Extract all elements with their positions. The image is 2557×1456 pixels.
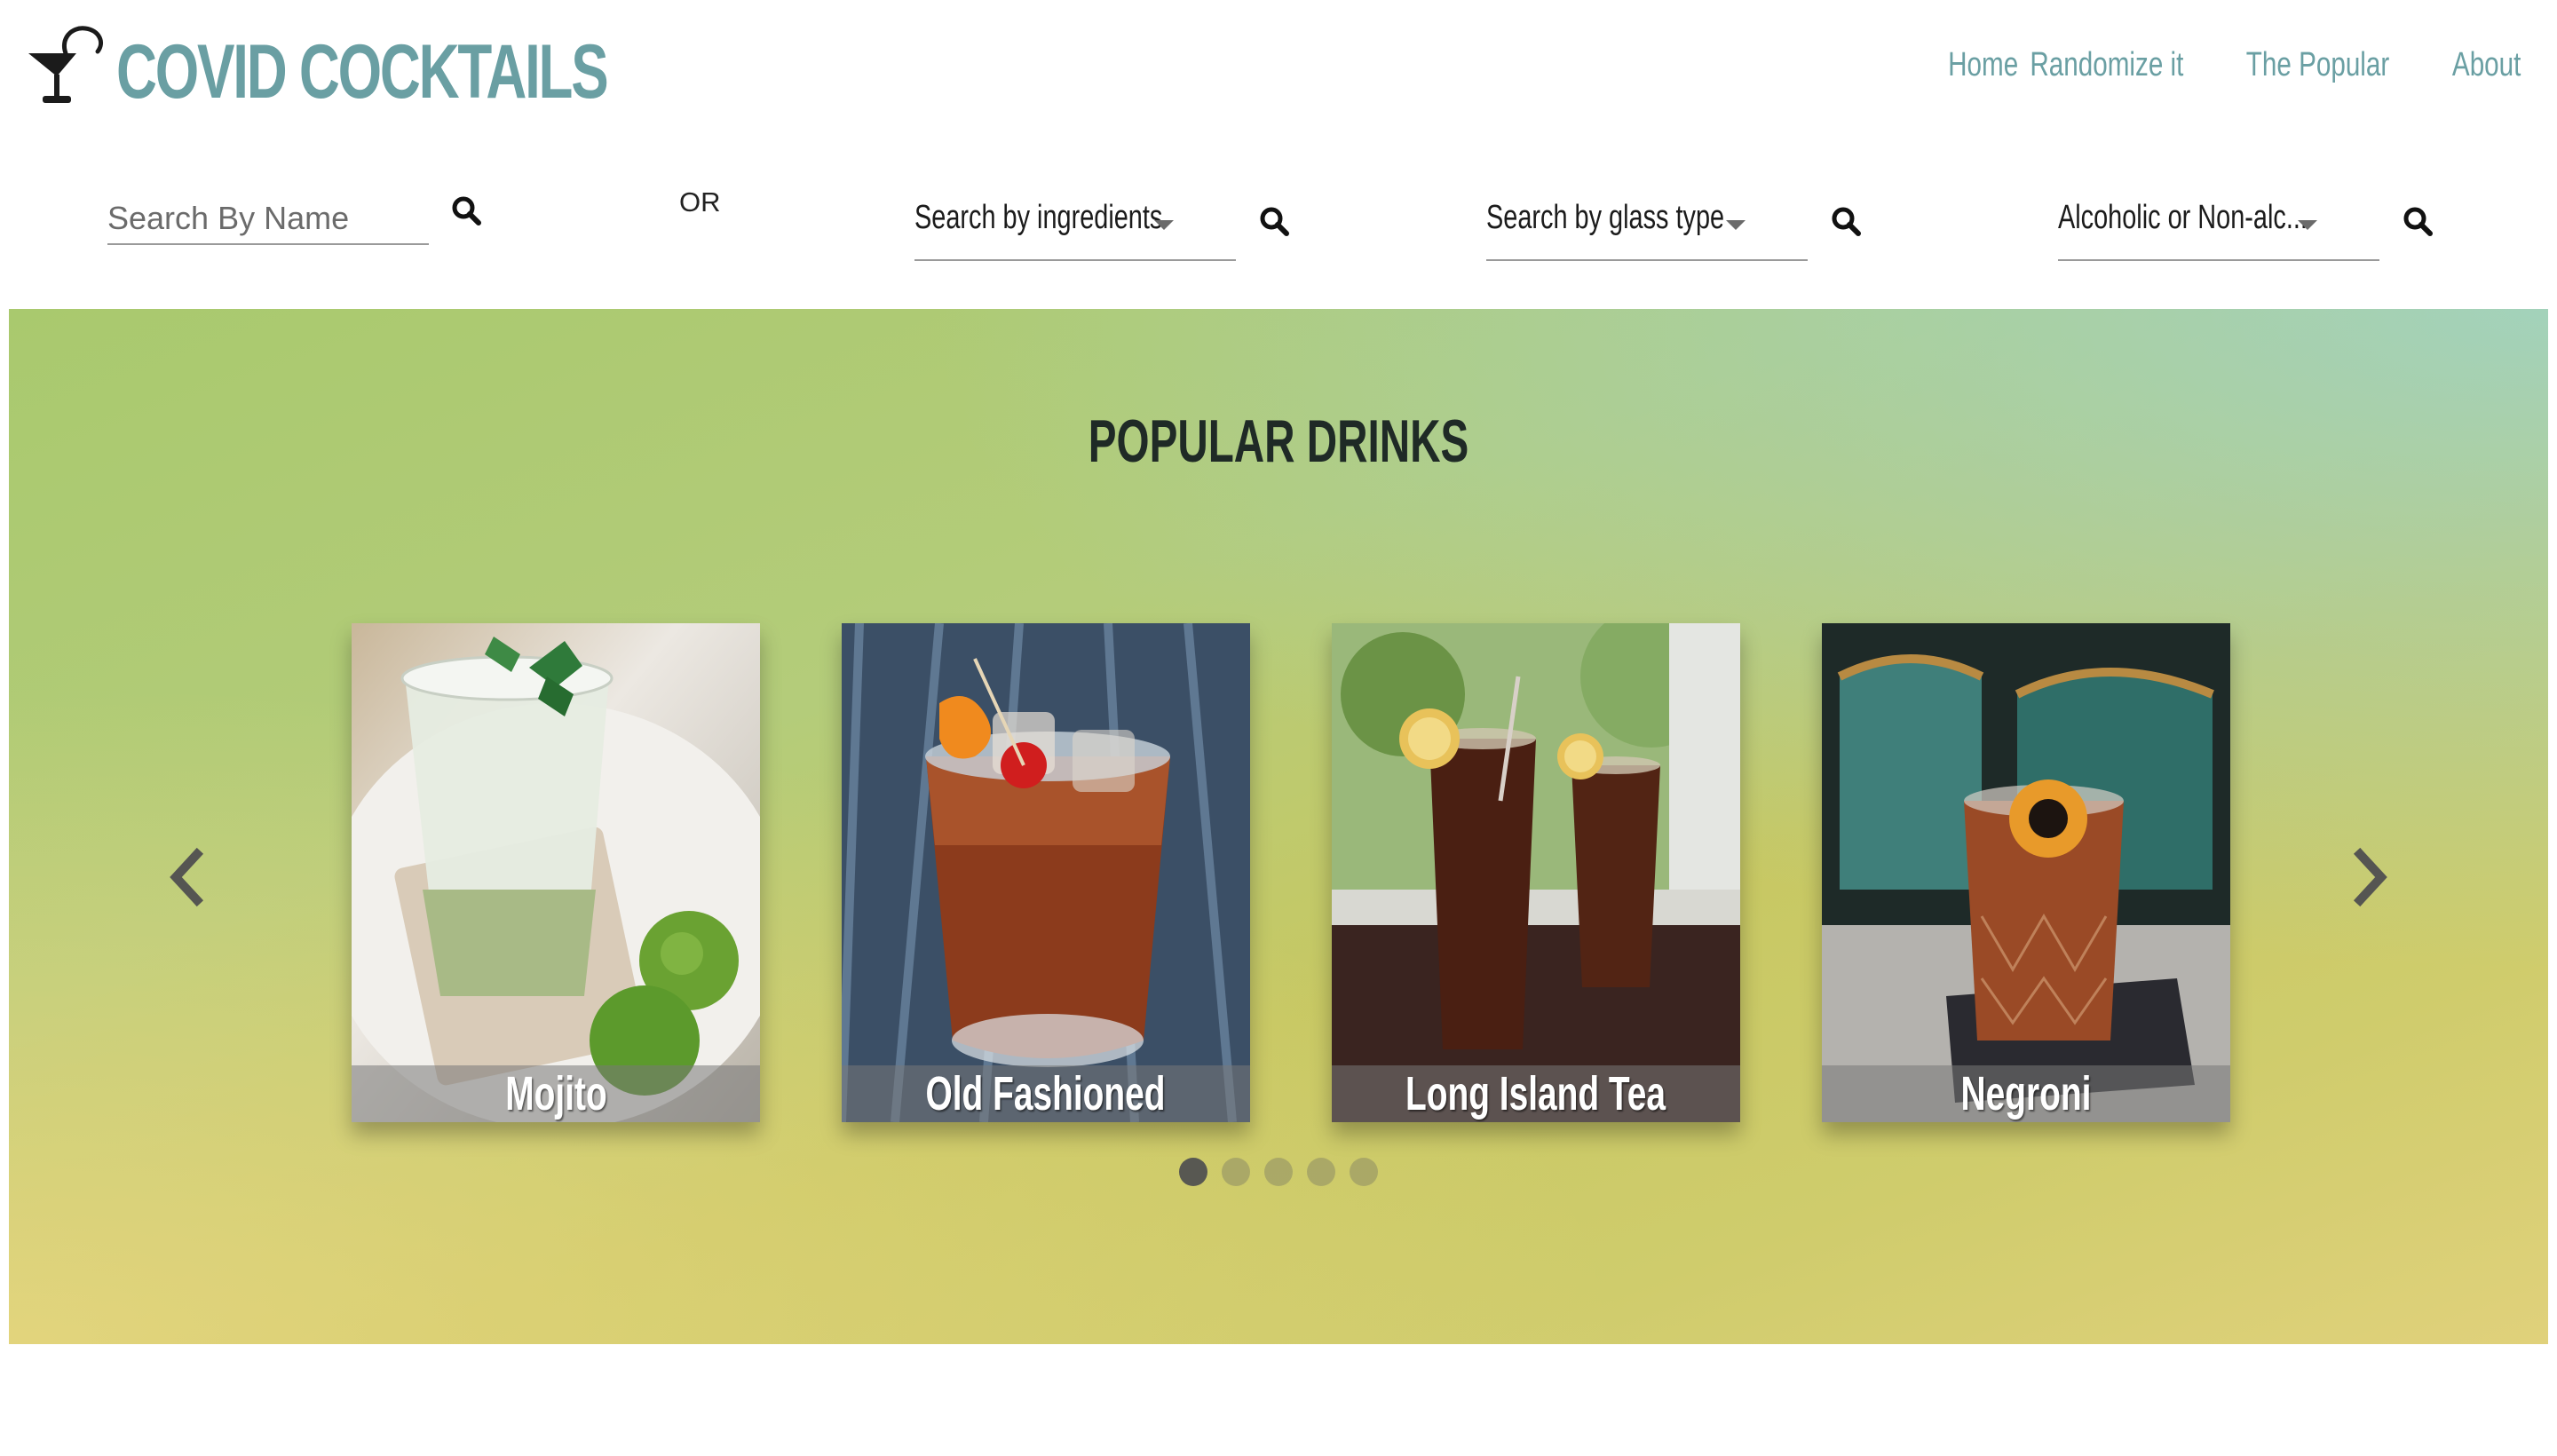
drink-name: Mojito <box>504 1067 607 1120</box>
nav-home-link[interactable]: Home <box>1948 46 2018 84</box>
section-title: POPULAR DRINKS <box>1088 408 1469 475</box>
or-separator: OR <box>679 186 721 218</box>
brand-logo[interactable]: COVID COCKTAILS <box>25 21 780 110</box>
old-fashioned-photo <box>842 623 1250 1122</box>
chevron-left-icon <box>170 847 204 907</box>
site-header: COVID COCKTAILS Home Randomize it The Po… <box>0 0 2557 151</box>
nav-popular-link[interactable]: The Popular <box>2246 46 2389 84</box>
carousel-dot-2[interactable] <box>1222 1158 1250 1186</box>
drink-name: Long Island Tea <box>1405 1067 1666 1120</box>
chevron-down-icon <box>2298 220 2317 230</box>
drink-card[interactable]: Mojito <box>352 623 760 1122</box>
mojito-photo <box>352 623 760 1122</box>
drink-card[interactable]: Negroni <box>1822 623 2230 1122</box>
search-ingredients-button[interactable] <box>1257 204 1293 240</box>
search-glass-button[interactable] <box>1829 204 1864 240</box>
glass-type-select-label: Search by glass type <box>1486 199 1725 236</box>
drink-card-caption: Negroni <box>1822 1065 2230 1122</box>
search-bar: OR Search by ingredients Search by glass… <box>0 169 2557 266</box>
search-by-name-input[interactable] <box>107 194 429 245</box>
search-alcoholic-button[interactable] <box>2401 204 2436 240</box>
negroni-photo <box>1822 623 2230 1122</box>
carousel-prev-button[interactable] <box>160 842 213 913</box>
search-icon <box>1260 207 1289 236</box>
nav-about-link[interactable]: About <box>2452 46 2521 84</box>
drink-name: Old Fashioned <box>925 1067 1167 1120</box>
popular-drinks-section: POPULAR DRINKS Mojito Old Fashioned Long… <box>9 309 2548 1344</box>
chevron-down-icon <box>1726 220 1746 230</box>
cocktail-glass-icon <box>28 26 103 103</box>
alcoholic-select-label: Alcoholic or Non-alc... <box>2058 199 2308 236</box>
search-name-button[interactable] <box>449 194 485 229</box>
alcoholic-select[interactable]: Alcoholic or Non-alc... <box>2058 195 2379 261</box>
search-icon <box>2403 207 2433 236</box>
drink-card-caption: Old Fashioned <box>842 1065 1250 1122</box>
drinks-carousel: Mojito Old Fashioned Long Island Tea Neg… <box>352 623 2234 1122</box>
carousel-dot-5[interactable] <box>1350 1158 1378 1186</box>
carousel-dot-4[interactable] <box>1307 1158 1335 1186</box>
glass-type-select[interactable]: Search by glass type <box>1486 195 1808 261</box>
carousel-next-button[interactable] <box>2344 842 2397 913</box>
carousel-indicators <box>1179 1158 1378 1186</box>
chevron-right-icon <box>2353 847 2387 907</box>
carousel-dot-3[interactable] <box>1264 1158 1293 1186</box>
ingredients-select-label: Search by ingredients <box>914 199 1163 236</box>
search-icon <box>452 196 481 226</box>
long-island-tea-photo <box>1332 623 1740 1122</box>
drink-card-caption: Mojito <box>352 1065 760 1122</box>
carousel-dot-1[interactable] <box>1179 1158 1207 1186</box>
drink-name: Negroni <box>1960 1067 2092 1120</box>
brand-name: COVID COCKTAILS <box>116 29 609 115</box>
ingredients-select[interactable]: Search by ingredients <box>914 195 1236 261</box>
search-icon <box>1832 207 1861 236</box>
nav-randomize-link[interactable]: Randomize it <box>2031 46 2184 84</box>
drink-card-caption: Long Island Tea <box>1332 1065 1740 1122</box>
chevron-down-icon <box>1154 220 1174 230</box>
drink-card[interactable]: Old Fashioned <box>842 623 1250 1122</box>
drink-card[interactable]: Long Island Tea <box>1332 623 1740 1122</box>
